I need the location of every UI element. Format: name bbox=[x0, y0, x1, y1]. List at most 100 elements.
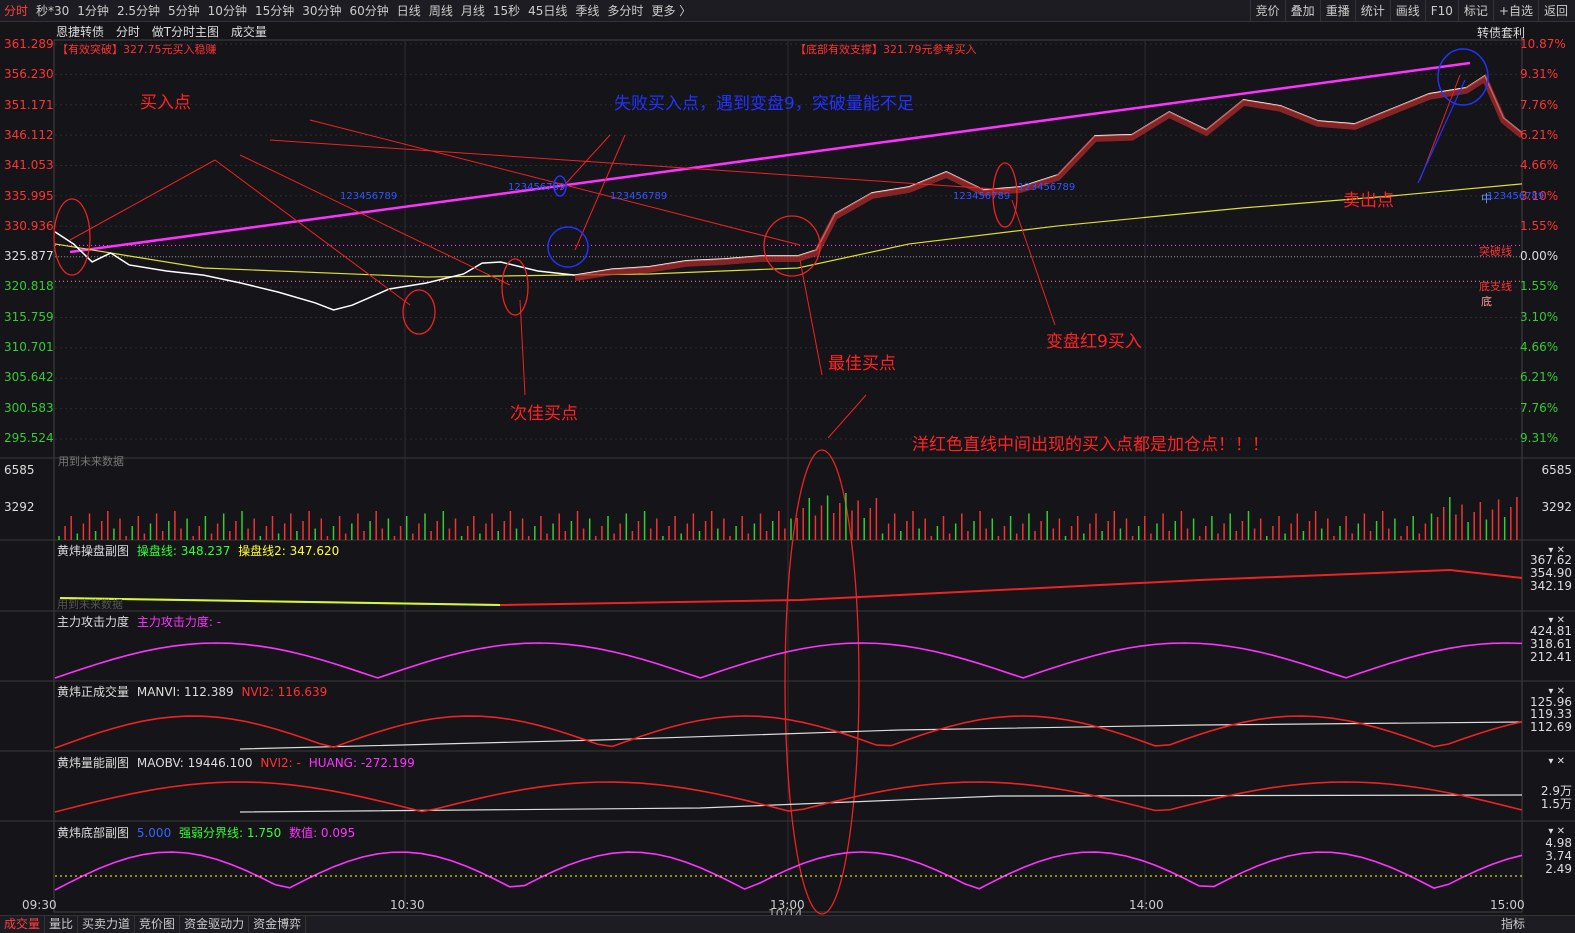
price-axis-label: 320.818 bbox=[4, 279, 54, 294]
panel1-future-note: 用到未来数据 bbox=[57, 598, 123, 611]
time-label-1030: 10:30 bbox=[390, 898, 425, 912]
annotation-arrow bbox=[269, 139, 1011, 191]
annotation-arrow bbox=[1011, 199, 1056, 326]
time-label-1500: 15:00 bbox=[1490, 898, 1525, 912]
annotation-add-position: 洋红色直线中间出现的买入点都是加仓点！！！ bbox=[912, 435, 1269, 455]
price-axis-label: 341.053 bbox=[4, 158, 54, 173]
price-axis-label: 315.759 bbox=[4, 309, 54, 324]
indicator-tab[interactable]: 竞价图 bbox=[135, 916, 181, 933]
panel5-val-mid: 3.74 bbox=[1545, 849, 1572, 863]
annotation-ellipse bbox=[402, 289, 436, 335]
annotation-arrow bbox=[239, 154, 511, 286]
panel2-line1: 主力攻击力度: - bbox=[136, 615, 222, 629]
percent-axis-label: 7.76% bbox=[1520, 97, 1559, 112]
panel2-title[interactable]: 主力攻击力度 bbox=[57, 615, 129, 629]
annotation-failed-buy: 失败买入点，遇到变盘9，突破量能不足 bbox=[614, 94, 914, 114]
price-axis-label: 346.112 bbox=[4, 127, 54, 142]
panel4-line1: MAOBV: 19446.100 bbox=[136, 756, 253, 770]
volume-axis-mid: 3292 bbox=[4, 500, 35, 514]
panel1-line1: 操盘线: 348.237 bbox=[136, 544, 231, 558]
percent-axis-label: 1.55% bbox=[1520, 218, 1559, 233]
price-axis-label: 310.701 bbox=[4, 340, 54, 354]
annotation-arrow bbox=[827, 394, 867, 439]
price-axis-label: 335.995 bbox=[4, 188, 54, 203]
price-axis-label: 356.230 bbox=[4, 67, 54, 82]
volume-axis-right-top: 6585 bbox=[1541, 463, 1572, 477]
percent-axis-label: 3.10% bbox=[1520, 309, 1559, 324]
price-axis-label: 305.642 bbox=[4, 370, 54, 385]
percent-axis-label: 6.21% bbox=[1520, 370, 1559, 385]
price-axis-label: 295.524 bbox=[4, 430, 54, 445]
annotation-best: 最佳买点 bbox=[828, 354, 896, 374]
time-label-1400: 14:00 bbox=[1129, 898, 1164, 912]
annotation-arrow bbox=[69, 159, 216, 241]
panel3-line1: MANVI: 112.389 bbox=[136, 685, 234, 699]
annotation-circle bbox=[1437, 48, 1489, 106]
price-chart bbox=[0, 39, 1575, 915]
panel2-controls[interactable]: ▾ ✕ bbox=[1548, 615, 1565, 626]
panel1-line2 bbox=[59, 597, 501, 606]
annotation-arrow bbox=[799, 259, 823, 376]
annotation-circle bbox=[547, 226, 589, 268]
panel3-val-mid: 119.33 bbox=[1530, 707, 1572, 721]
panel1-val-bottom: 342.19 bbox=[1530, 579, 1572, 593]
panel2-header: 主力攻击力度 主力攻击力度: - bbox=[57, 613, 221, 630]
price-axis-label: 361.289 bbox=[4, 37, 54, 51]
panel3-line2: NVI2: 116.639 bbox=[241, 685, 328, 699]
percent-axis-label: 6.21% bbox=[1520, 127, 1559, 142]
panel5-val-bottom: 2.49 bbox=[1545, 862, 1572, 876]
percent-axis-label: 1.55% bbox=[1520, 279, 1559, 294]
panel5-val-top: 4.98 bbox=[1545, 836, 1572, 850]
panel2-val-bottom: 212.41 bbox=[1530, 650, 1572, 664]
panel5-controls[interactable]: ▾ ✕ bbox=[1548, 826, 1565, 837]
panel5-header: 黄炜底部副图 5.000 强弱分界线: 1.750 数值: 0.095 bbox=[57, 824, 355, 841]
indicator-tab[interactable]: 量比 bbox=[45, 916, 79, 933]
panel1-header: 黄炜操盘副图 操盘线: 348.237 操盘线2: 347.620 bbox=[57, 542, 339, 559]
seq-label-5: 123456789 bbox=[1018, 182, 1076, 193]
annotation-buy-point: 买入点 bbox=[140, 93, 191, 113]
seq-label-3: 123456789 bbox=[610, 191, 668, 202]
panel1-line bbox=[59, 568, 1523, 607]
panel1-title[interactable]: 黄炜操盘副图 bbox=[57, 544, 129, 558]
annotation-change9: 变盘红9买入 bbox=[1046, 332, 1142, 352]
price-axis-label: 325.877 bbox=[4, 249, 54, 264]
panel1-controls[interactable]: ▾ ✕ bbox=[1548, 545, 1565, 556]
percent-axis-label: 9.31% bbox=[1520, 67, 1559, 82]
panel4-title[interactable]: 黄炜量能副图 bbox=[57, 756, 129, 770]
panel5-line3: 数值: 0.095 bbox=[289, 826, 356, 840]
seq-label-2: 123456789 bbox=[508, 182, 566, 193]
price-axis-label: 330.936 bbox=[4, 218, 54, 233]
price-axis-label: 300.583 bbox=[4, 400, 54, 415]
indicator-tab[interactable]: 资金博弈 bbox=[249, 916, 307, 933]
seq-label-6: 123456789 bbox=[1487, 191, 1545, 202]
panel4-line2: NVI2: - bbox=[260, 756, 301, 770]
percent-axis-label: 4.66% bbox=[1520, 340, 1559, 354]
percent-axis-label: 10.87% bbox=[1520, 37, 1566, 51]
panel4-controls[interactable]: ▾ ✕ bbox=[1548, 756, 1565, 767]
panel3-title[interactable]: 黄炜正成交量 bbox=[57, 685, 129, 699]
panel4-header: 黄炜量能副图 MAOBV: 19446.100 NVI2: - HUANG: -… bbox=[57, 754, 415, 771]
percent-axis-label: 7.76% bbox=[1520, 400, 1559, 415]
indicator-tab[interactable]: 买卖力道 bbox=[78, 916, 136, 933]
bottom-label: 底 bbox=[1481, 295, 1492, 308]
seq-label-1: 123456789 bbox=[340, 191, 398, 202]
annotation-second-best: 次佳买点 bbox=[510, 404, 578, 424]
panel3-controls[interactable]: ▾ ✕ bbox=[1548, 686, 1565, 697]
seq-label-4: 123456789 bbox=[953, 191, 1011, 202]
annotation-sell-point: 卖出点 bbox=[1343, 191, 1394, 211]
percent-axis-label: 9.31% bbox=[1520, 430, 1559, 445]
panel3-val-bottom: 112.69 bbox=[1530, 720, 1572, 734]
indicator-tab[interactable]: 资金驱动力 bbox=[180, 916, 250, 933]
indicator-tab[interactable]: 成交量 bbox=[0, 916, 46, 933]
support-line-label: 底支线 bbox=[1479, 280, 1512, 293]
price-axis-label: 351.171 bbox=[4, 97, 54, 112]
panel2-val-mid: 318.61 bbox=[1530, 637, 1572, 651]
panel4-val-bottom: 1.5万 bbox=[1540, 797, 1572, 811]
indicator-button[interactable]: 指标 bbox=[1501, 916, 1525, 933]
annotation-ellipse bbox=[53, 198, 91, 276]
panel2-val-top: 424.81 bbox=[1530, 624, 1572, 638]
panel4-line3: HUANG: -272.199 bbox=[308, 756, 415, 770]
panel5-title[interactable]: 黄炜底部副图 bbox=[57, 826, 129, 840]
panel1-line2: 操盘线2: 347.620 bbox=[238, 544, 340, 558]
panel5-line1: 5.000 bbox=[136, 826, 172, 840]
